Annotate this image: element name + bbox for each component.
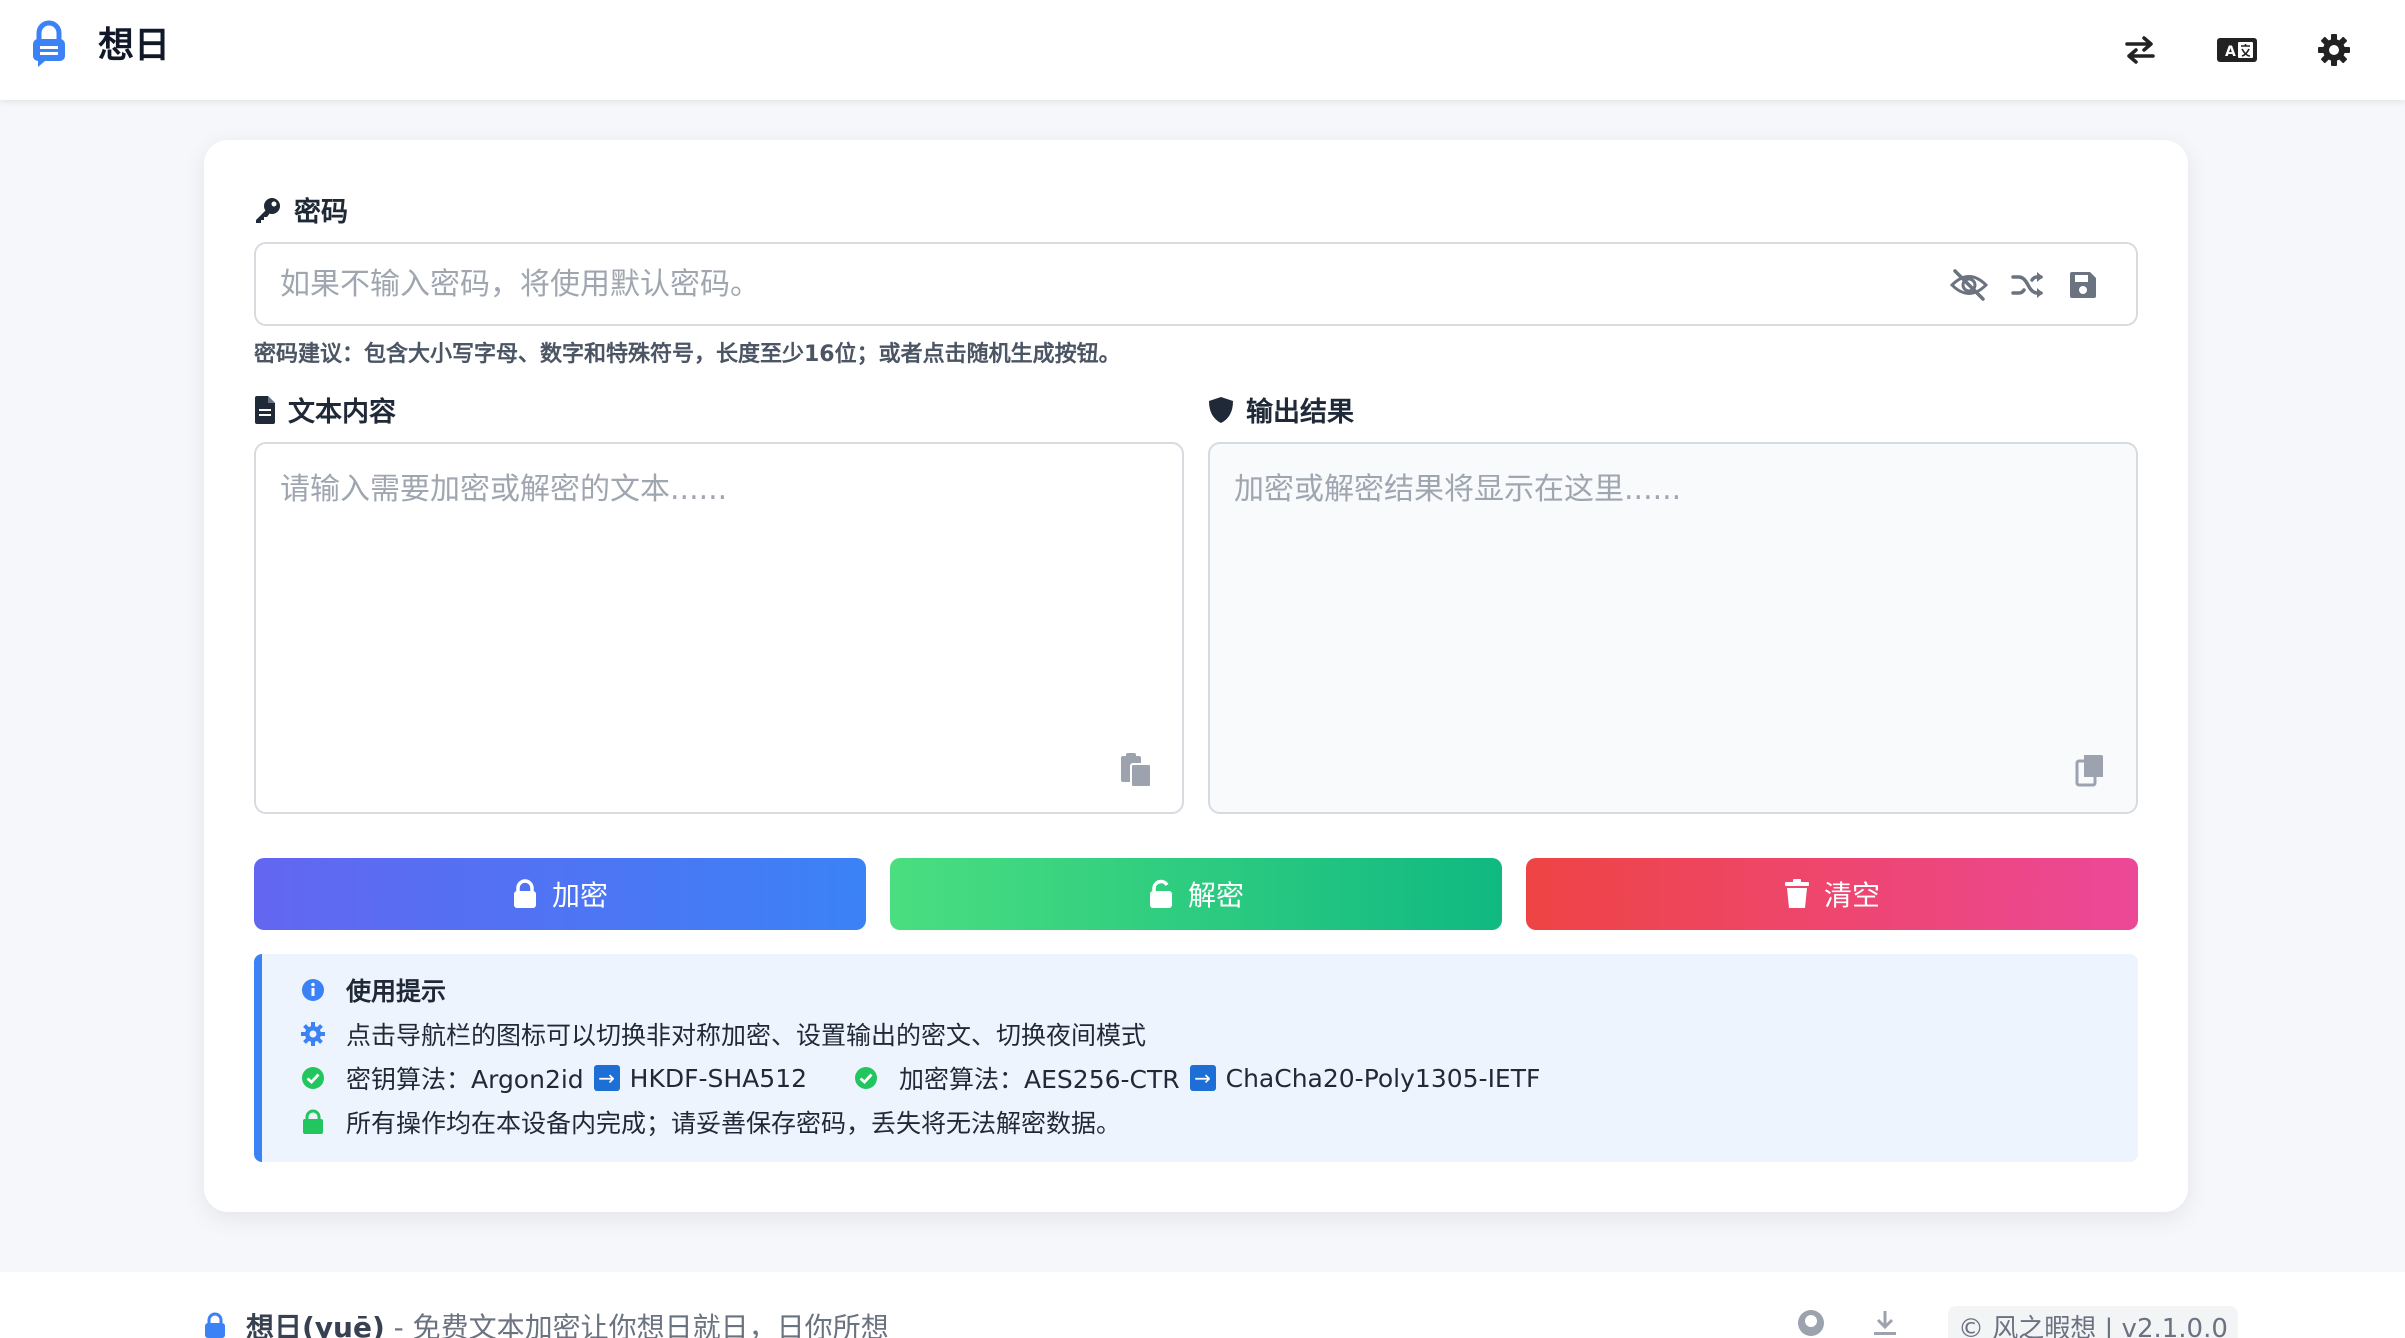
arrow-right-icon: → bbox=[593, 1065, 620, 1091]
settings-button[interactable] bbox=[2306, 22, 2362, 78]
text-content-label: 文本内容 bbox=[254, 390, 396, 429]
random-password-button[interactable] bbox=[2007, 264, 2049, 306]
clear-button[interactable]: 清空 bbox=[1526, 858, 2138, 930]
unlock-icon bbox=[1149, 879, 1172, 908]
password-field bbox=[254, 242, 2138, 326]
download-icon[interactable] bbox=[1870, 1308, 1900, 1338]
app-title: 想日 bbox=[98, 25, 171, 66]
lock-green-icon bbox=[300, 1109, 326, 1135]
password-label-text: 密码 bbox=[294, 197, 348, 228]
output-label: 输出结果 bbox=[1208, 390, 1354, 429]
info-icon bbox=[300, 977, 326, 1003]
tip-row-algorithms: 密钥算法：Argon2id → HKDF-SHA512 加密算法：AES256-… bbox=[300, 1060, 1540, 1096]
output-label-text: 输出结果 bbox=[1246, 397, 1354, 428]
gear-icon bbox=[2318, 34, 2350, 66]
exchange-icon bbox=[2125, 36, 2155, 64]
lock-icon bbox=[513, 879, 536, 908]
eye-slash-icon bbox=[1949, 269, 1989, 301]
enc-algo-text: 加密算法：AES256-CTR bbox=[899, 1065, 1180, 1094]
text-output-box bbox=[1208, 442, 2138, 814]
navbar: 想日 A bbox=[0, 0, 2405, 100]
toggle-visibility-button[interactable] bbox=[1948, 264, 1990, 306]
tips-title: 使用提示 bbox=[346, 977, 447, 1006]
password-label: 密码 bbox=[254, 190, 348, 229]
shield-icon bbox=[1209, 396, 1233, 423]
switch-mode-button[interactable] bbox=[2112, 22, 2168, 78]
footer-version: © 风之暇想 | v2.1.0.0 bbox=[1948, 1306, 2238, 1338]
decrypt-button[interactable]: 解密 bbox=[890, 858, 1502, 930]
copy-button[interactable] bbox=[2070, 750, 2110, 790]
gear-small-icon bbox=[300, 1021, 326, 1047]
arrow-right-icon: → bbox=[1189, 1065, 1216, 1091]
save-password-button[interactable] bbox=[2062, 264, 2104, 306]
tip-security-text: 所有操作均在本设备内完成；请妥善保存密码，丢失将无法解密数据。 bbox=[346, 1109, 1122, 1138]
trash-icon bbox=[1784, 879, 1809, 908]
text-input[interactable] bbox=[256, 444, 1182, 812]
tips-title-row: 使用提示 bbox=[300, 972, 446, 1008]
decrypt-button-label: 解密 bbox=[1187, 879, 1244, 912]
save-icon bbox=[2070, 272, 2096, 298]
lock-logo-icon bbox=[33, 20, 65, 67]
translate-icon: A bbox=[2217, 38, 2257, 62]
tip-row-navbar: 点击导航栏的图标可以切换非对称加密、设置输出的密文、切换夜间模式 bbox=[300, 1016, 1146, 1052]
key-algo-next: HKDF-SHA512 bbox=[629, 1063, 808, 1093]
language-button[interactable]: A bbox=[2209, 22, 2265, 78]
tip-navbar-text: 点击导航栏的图标可以切换非对称加密、设置输出的密文、切换夜间模式 bbox=[346, 1021, 1147, 1050]
paste-icon bbox=[1121, 753, 1152, 788]
password-hint: 密码建议：包含大小写字母、数字和特殊符号，长度至少16位；或者点击随机生成按钮。 bbox=[254, 342, 1121, 367]
encrypt-button-label: 加密 bbox=[551, 879, 608, 912]
shuffle-icon bbox=[2011, 272, 2043, 298]
footer: 想日(yuē) - 免费文本加密让你想日就日，日你所想 © 风之暇想 | v2.… bbox=[0, 1272, 2405, 1338]
text-input-box bbox=[254, 442, 1184, 814]
svg-text:A: A bbox=[2225, 44, 2236, 60]
github-icon[interactable] bbox=[1796, 1308, 1826, 1338]
key-algo-text: 密钥算法：Argon2id bbox=[346, 1065, 584, 1094]
footer-brand: 想日(yuē) bbox=[246, 1311, 385, 1338]
clear-button-label: 清空 bbox=[1823, 879, 1880, 912]
lock-logo-small-icon bbox=[205, 1312, 225, 1338]
text-output[interactable] bbox=[1210, 444, 2136, 812]
footer-slogan: - 免费文本加密让你想日就日，日你所想 bbox=[384, 1311, 889, 1338]
paste-button[interactable] bbox=[1116, 750, 1156, 790]
file-icon bbox=[255, 395, 275, 424]
usage-tips: 使用提示 点击导航栏的图标可以切换非对称加密、设置输出的密文、切换夜间模式 密钥… bbox=[254, 954, 2138, 1162]
enc-algo-next: ChaCha20-Poly1305-IETF bbox=[1225, 1063, 1541, 1093]
footer-text: 想日(yuē) - 免费文本加密让你想日就日，日你所想 bbox=[246, 1306, 889, 1338]
encrypt-button[interactable]: 加密 bbox=[254, 858, 866, 930]
main-card: 密码 密码建议：包含大小写字母、数字和特殊符号，长度 bbox=[204, 140, 2188, 1212]
key-icon bbox=[256, 197, 280, 223]
password-input[interactable] bbox=[280, 244, 1880, 324]
check-circle-icon bbox=[853, 1065, 879, 1091]
tip-row-security: 所有操作均在本设备内完成；请妥善保存密码，丢失将无法解密数据。 bbox=[300, 1104, 1121, 1140]
copy-icon bbox=[2075, 755, 2103, 787]
text-content-label-text: 文本内容 bbox=[288, 397, 396, 428]
check-circle-icon bbox=[300, 1065, 326, 1091]
